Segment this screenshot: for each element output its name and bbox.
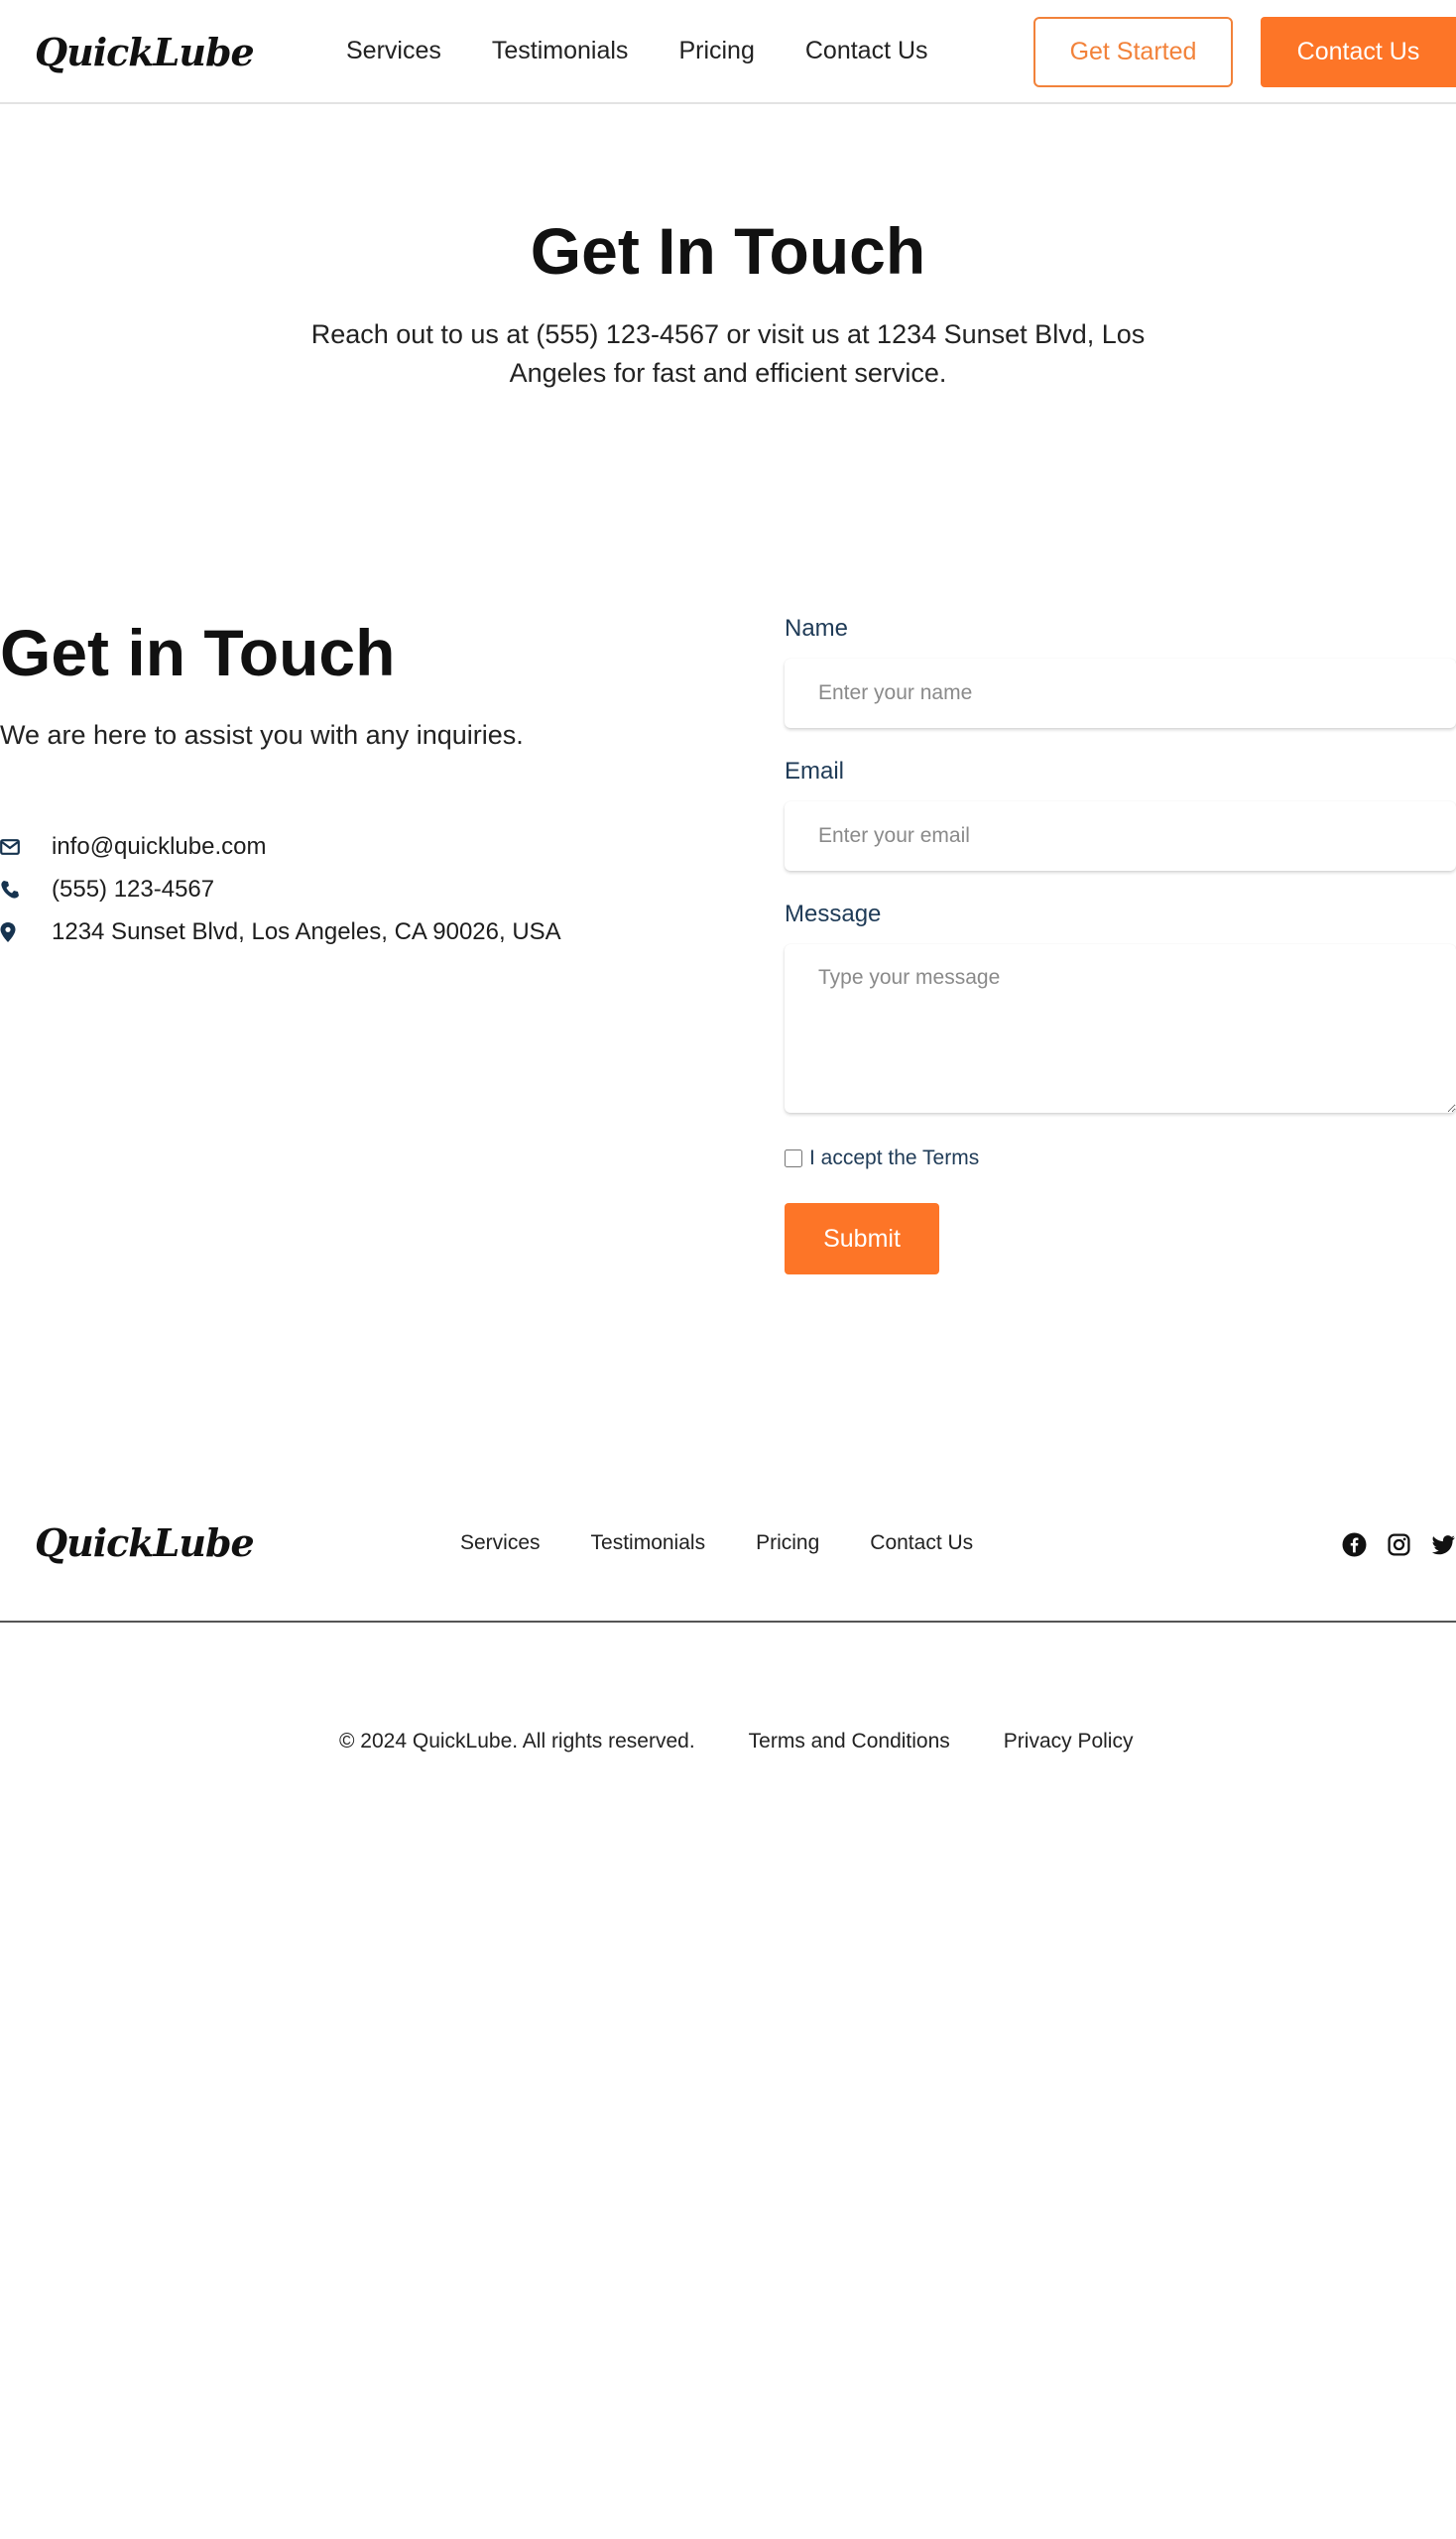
contact-title: Get in Touch [0, 616, 396, 689]
contact-phone-item: (555) 123-4567 [0, 868, 561, 910]
main-nav: Services Testimonials Pricing Contact Us [346, 36, 979, 65]
hero-subtitle: Reach out to us at (555) 123-4567 or vis… [310, 319, 1146, 388]
footer-logo[interactable]: QuickLube [35, 1520, 255, 1565]
contact-form: Name Email Message I accept the Terms Su… [785, 615, 1456, 1274]
contact-us-button[interactable]: Contact Us [1261, 17, 1456, 87]
message-group: Message [785, 901, 1456, 1113]
footer-link-pricing[interactable]: Pricing [756, 1528, 819, 1558]
page: QuickLube Services Testimonials Pricing … [0, 0, 1456, 2539]
map-pin-icon [0, 920, 52, 944]
footer-legal: © 2024 QuickLube. All rights reserved. T… [339, 1730, 1186, 1753]
twitter-icon[interactable] [1431, 1532, 1456, 1557]
terms-link[interactable]: Terms and Conditions [749, 1730, 950, 1753]
copyright-text: © 2024 QuickLube. All rights reserved. [339, 1730, 695, 1753]
contact-address-text: 1234 Sunset Blvd, Los Angeles, CA 90026,… [52, 917, 561, 945]
name-label: Name [785, 615, 849, 642]
message-label: Message [785, 901, 882, 927]
submit-button[interactable]: Submit [785, 1203, 939, 1274]
footer-link-contact-us[interactable]: Contact Us [870, 1528, 973, 1558]
name-group: Name [785, 615, 1456, 728]
nav-link-testimonials[interactable]: Testimonials [492, 36, 629, 65]
phone-icon [0, 878, 52, 902]
contact-email-text[interactable]: info@quicklube.com [52, 833, 266, 861]
terms-checkbox[interactable] [785, 1149, 802, 1167]
contact-email-item: info@quicklube.com [0, 825, 561, 868]
footer-nav: Services Testimonials Pricing Contact Us [460, 1528, 1024, 1558]
contact-subtitle: We are here to assist you with any inqui… [0, 720, 524, 750]
footer-link-testimonials[interactable]: Testimonials [591, 1528, 706, 1558]
nav-link-pricing[interactable]: Pricing [678, 36, 754, 65]
privacy-link[interactable]: Privacy Policy [1004, 1730, 1134, 1753]
message-textarea[interactable] [785, 944, 1456, 1113]
terms-row: I accept the Terms [785, 1147, 1456, 1170]
hero-title: Get In Touch [530, 214, 926, 288]
terms-label[interactable]: I accept the Terms [809, 1147, 979, 1170]
site-header: QuickLube Services Testimonials Pricing … [0, 0, 1456, 104]
footer-divider [0, 1621, 1456, 1623]
nav-link-services[interactable]: Services [346, 36, 441, 65]
footer-link-services[interactable]: Services [460, 1528, 541, 1558]
contact-info-list: info@quicklube.com (555) 123-4567 1234 S… [0, 825, 561, 953]
contact-address-item: 1234 Sunset Blvd, Los Angeles, CA 90026,… [0, 910, 561, 953]
get-started-button[interactable]: Get Started [1033, 17, 1233, 87]
facebook-icon[interactable] [1342, 1532, 1367, 1557]
contact-phone-text[interactable]: (555) 123-4567 [52, 876, 214, 904]
instagram-icon[interactable] [1387, 1532, 1411, 1557]
email-input[interactable] [785, 801, 1456, 871]
social-links [1342, 1532, 1456, 1557]
email-group: Email [785, 758, 1456, 871]
name-input[interactable] [785, 659, 1456, 728]
nav-link-contact-us[interactable]: Contact Us [805, 36, 928, 65]
brand-logo[interactable]: QuickLube [35, 30, 255, 74]
envelope-icon [0, 835, 52, 859]
email-label: Email [785, 758, 845, 785]
